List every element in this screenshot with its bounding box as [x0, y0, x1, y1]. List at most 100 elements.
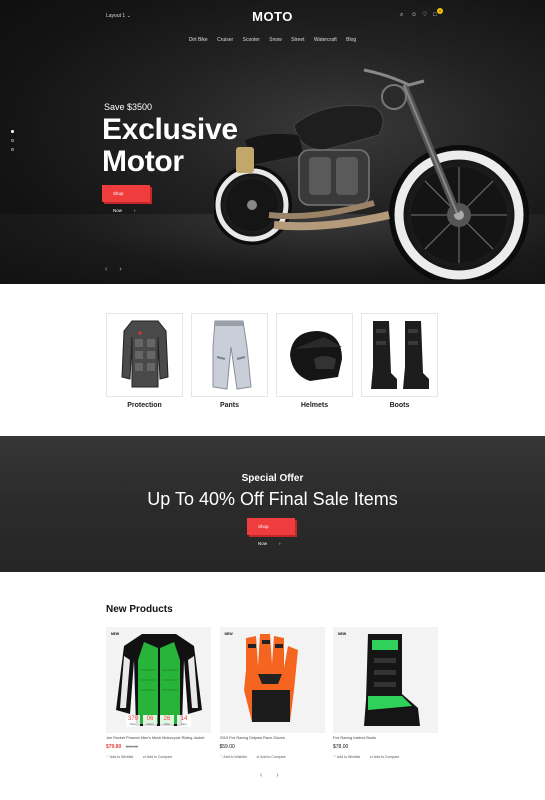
product-actions: ♡ Add to Wishlist ⇄ Add to Compare [333, 755, 438, 759]
hero-title-line1: Exclusive [102, 113, 238, 146]
boot-image [363, 634, 420, 726]
category-pants[interactable]: Pants [191, 313, 268, 409]
hero-title: Exclusive Motor [102, 114, 238, 178]
new-badge: NEW [338, 632, 347, 636]
slider-prev-button[interactable]: ‹ [105, 266, 107, 273]
product-card[interactable]: NEW Fox Racing Instinct Boots $78.00 ♡ A… [333, 627, 438, 759]
new-badge: NEW [224, 632, 233, 636]
category-list: Protection Pants Helmets Boots [106, 313, 438, 409]
new-badge: NEW [111, 632, 120, 636]
hero-title-line2: Motor [102, 145, 184, 178]
gloves-image [244, 634, 298, 722]
nav-item-cruiser[interactable]: Cruiser [217, 37, 233, 43]
old-price: $99.00 [125, 744, 138, 749]
product-card[interactable]: NEW 379 Days 06 Hours 26 Mins 14 Secs Joe Ro… [106, 627, 211, 759]
category-protection[interactable]: Protection [106, 313, 183, 409]
category-boots[interactable]: Boots [361, 313, 438, 409]
hero-shop-now-button[interactable]: Shop Now › [102, 185, 150, 213]
wishlist-label: Add to Wishlist [223, 755, 247, 759]
slider-arrows: ‹ › [105, 266, 122, 273]
new-products-title: New Products [106, 604, 173, 615]
sale-countdown: 379 Days 06 Hours 26 Mins 14 Secs [106, 715, 211, 727]
arrow-right-icon: › [279, 541, 281, 546]
nav-item-dirt-bike[interactable]: Dirt Bike [189, 37, 208, 43]
category-image[interactable] [361, 313, 438, 397]
slider-dot[interactable] [11, 148, 14, 151]
product-image[interactable]: NEW [333, 627, 438, 733]
product-name[interactable]: Joe Rocket Phoenix Men's Mesh Motorcycle… [106, 736, 211, 740]
countdown-hours: 06 Hours [143, 715, 157, 727]
product-actions: ♡ Add to Wishlist ⇄ Add to Compare [220, 755, 325, 759]
cart-icon[interactable]: □ 0 [433, 8, 443, 18]
price: $78.00 [333, 744, 349, 750]
slider-dot[interactable] [11, 130, 14, 133]
offer-title: Up To 40% Off Final Sale Items [147, 489, 398, 509]
compare-label: Add to Compare [146, 755, 173, 759]
price: $59.00 [219, 744, 235, 750]
pants-icon [212, 320, 252, 390]
category-image[interactable] [191, 313, 268, 397]
category-image[interactable] [276, 313, 353, 397]
search-icon[interactable]: ⌕ [400, 12, 406, 18]
motorcycle-image [214, 68, 529, 280]
add-to-wishlist-link[interactable]: ♡ Add to Wishlist [106, 755, 133, 759]
offer-shop-now-button[interactable]: Shop Now › [247, 518, 295, 546]
nav-item-blog[interactable]: Blog [346, 37, 356, 43]
header-bar: Layout 1 ⌄ MOTO ⌕ ☺ ♡ □ 0 Dirt Bike Crui… [0, 0, 545, 60]
countdown-secs: 14 Secs [177, 715, 191, 727]
protection-jacket-icon [120, 320, 169, 388]
countdown-days: 379 Days [126, 715, 140, 727]
nav-item-snow[interactable]: Snow [269, 37, 282, 43]
add-to-compare-link[interactable]: ⇄ Add to Compare [143, 755, 172, 759]
cart-count-badge: 0 [437, 8, 443, 14]
category-helmets[interactable]: Helmets [276, 313, 353, 409]
add-to-wishlist-link[interactable]: ♡ Add to Wishlist [333, 755, 360, 759]
nav-item-street[interactable]: Street [291, 37, 304, 43]
compare-label: Add to Compare [260, 755, 286, 759]
product-list: NEW 379 Days 06 Hours 26 Mins 14 Secs Joe Ro… [106, 627, 438, 759]
sale-price: $79.80 [106, 744, 122, 750]
offer-subtitle: Special Offer [241, 473, 304, 484]
category-label[interactable]: Helmets [276, 402, 353, 409]
nav-item-scooter[interactable]: Scooter [243, 37, 260, 43]
site-logo[interactable]: MOTO [0, 9, 545, 24]
add-to-compare-link[interactable]: ⇄ Add to Compare [257, 755, 286, 759]
category-image[interactable] [106, 313, 183, 397]
product-name[interactable]: Fox Racing Instinct Boots [333, 736, 438, 740]
product-name[interactable]: 2015 Fox Racing Dirtpaw Race Gloves [220, 736, 325, 740]
product-pager: ‹ › [260, 772, 279, 779]
category-label[interactable]: Pants [191, 402, 268, 409]
button-label: Shop Now [258, 524, 269, 546]
compare-label: Add to Compare [373, 755, 400, 759]
category-label[interactable]: Protection [106, 402, 183, 409]
nav-item-watercraft[interactable]: Watercraft [314, 37, 337, 43]
product-actions: ♡ Add to Wishlist ⇄ Add to Compare [106, 755, 211, 759]
add-to-wishlist-link[interactable]: ♡ Add to Wishlist [220, 755, 247, 759]
wishlist-label: Add to Wishlist [109, 755, 134, 759]
button-label: Shop Now [113, 191, 124, 213]
product-price: $79.80 $99.00 [106, 744, 211, 750]
hero-slider: Layout 1 ⌄ MOTO ⌕ ☺ ♡ □ 0 Dirt Bike Crui… [0, 0, 545, 284]
heart-icon[interactable]: ♡ [422, 12, 428, 18]
main-nav: Dirt Bike Cruiser Scooter Snow Street Wa… [0, 37, 545, 43]
product-price: $59.00 [220, 744, 325, 750]
slider-dot[interactable] [11, 139, 14, 142]
category-label[interactable]: Boots [361, 402, 438, 409]
countdown-mins: 26 Mins [160, 715, 174, 727]
products-prev-button[interactable]: ‹ [260, 772, 262, 779]
hero-subtitle: Save $3500 [104, 102, 153, 112]
product-price: $78.00 [333, 744, 438, 750]
wishlist-label: Add to Wishlist [336, 755, 361, 759]
product-image[interactable]: NEW 379 Days 06 Hours 26 Mins 14 Secs [106, 627, 211, 733]
helmet-icon [289, 331, 342, 381]
product-image[interactable]: NEW [219, 627, 325, 733]
slider-next-button[interactable]: › [119, 266, 121, 273]
boots-icon [370, 321, 429, 389]
header-tools: ⌕ ☺ ♡ □ 0 [400, 8, 443, 18]
product-card[interactable]: NEW 2015 Fox Racing Dirtpaw Race Gloves … [219, 627, 325, 759]
products-next-button[interactable]: › [276, 772, 278, 779]
arrow-right-icon: › [134, 208, 136, 213]
slider-dots [11, 130, 14, 151]
add-to-compare-link[interactable]: ⇄ Add to Compare [370, 755, 399, 759]
user-icon[interactable]: ☺ [411, 12, 417, 18]
